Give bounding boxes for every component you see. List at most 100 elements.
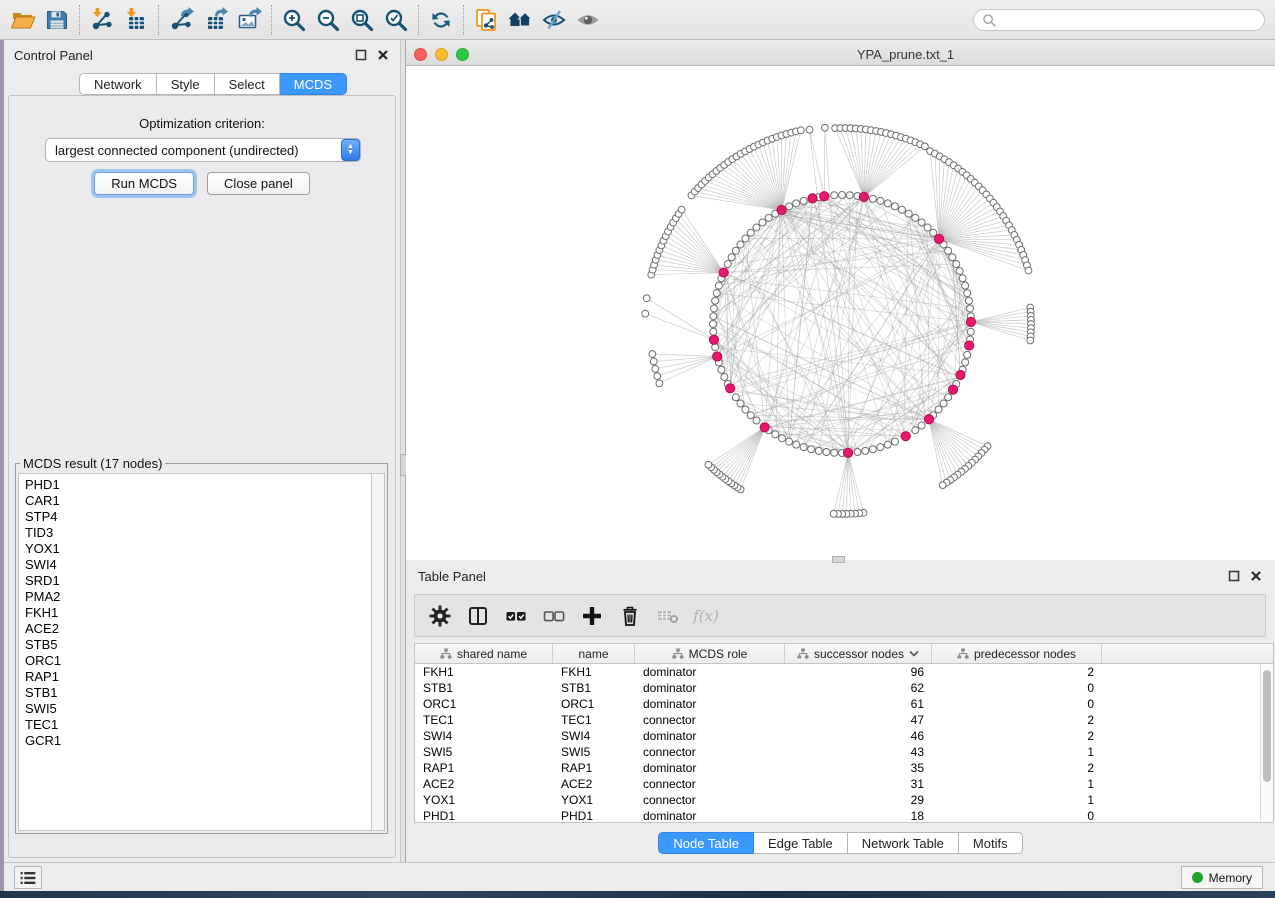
mcds-result-item[interactable]: PMA2 bbox=[25, 589, 371, 605]
task-history-button[interactable] bbox=[14, 866, 42, 889]
table-row-ACE2[interactable]: ACE2ACE2connector311 bbox=[415, 776, 1260, 792]
network-node[interactable] bbox=[924, 224, 931, 231]
network-node[interactable] bbox=[737, 400, 744, 407]
network-node[interactable] bbox=[747, 412, 754, 419]
network-node[interactable] bbox=[710, 321, 717, 328]
network-node[interactable] bbox=[800, 444, 807, 451]
tab-style[interactable]: Style bbox=[157, 73, 215, 95]
network-hub-node[interactable] bbox=[934, 234, 943, 243]
network-hub-node[interactable] bbox=[901, 432, 910, 441]
network-window-titlebar[interactable]: YPA_prune.txt_1 bbox=[406, 44, 1275, 66]
column-header-MCDS-role[interactable]: MCDS role bbox=[635, 644, 785, 663]
tab-motifs[interactable]: Motifs bbox=[959, 832, 1023, 854]
home-button[interactable] bbox=[503, 4, 537, 36]
network-node[interactable] bbox=[724, 261, 731, 268]
network-node[interactable] bbox=[654, 373, 661, 380]
table-row-STB1[interactable]: STB1STB1dominator620 bbox=[415, 680, 1260, 696]
network-node[interactable] bbox=[656, 380, 663, 387]
network-hub-node[interactable] bbox=[760, 423, 769, 432]
zoom-in-button[interactable] bbox=[277, 4, 311, 36]
network-node[interactable] bbox=[905, 210, 912, 217]
run-mcds-button[interactable]: Run MCDS bbox=[94, 172, 194, 195]
network-node[interactable] bbox=[806, 126, 813, 133]
network-node[interactable] bbox=[869, 446, 876, 453]
zoom-out-button[interactable] bbox=[311, 4, 345, 36]
network-node[interactable] bbox=[759, 219, 766, 226]
network-node[interactable] bbox=[846, 192, 853, 199]
mcds-result-item[interactable]: STP4 bbox=[25, 509, 371, 525]
network-node[interactable] bbox=[815, 447, 822, 454]
add-row-button[interactable] bbox=[575, 599, 609, 633]
table-scrollbar[interactable] bbox=[1260, 664, 1273, 822]
network-node[interactable] bbox=[884, 200, 891, 207]
network-node[interactable] bbox=[737, 241, 744, 248]
select-all-button[interactable] bbox=[499, 599, 533, 633]
mcds-result-item[interactable]: SRD1 bbox=[25, 573, 371, 589]
network-node[interactable] bbox=[728, 254, 735, 261]
network-node[interactable] bbox=[721, 373, 728, 380]
search-input[interactable] bbox=[997, 12, 1256, 28]
network-node[interactable] bbox=[800, 197, 807, 204]
column-header-successor-nodes[interactable]: successor nodes bbox=[785, 644, 932, 663]
horizontal-splitter-handle[interactable] bbox=[832, 556, 845, 563]
save-session-button[interactable] bbox=[40, 4, 74, 36]
export-table-button[interactable] bbox=[198, 4, 232, 36]
network-hub-node[interactable] bbox=[843, 448, 852, 457]
network-hub-node[interactable] bbox=[713, 352, 722, 361]
network-node[interactable] bbox=[710, 313, 717, 320]
network-node[interactable] bbox=[712, 344, 719, 351]
first-neighbors-button[interactable] bbox=[469, 4, 503, 36]
network-node[interactable] bbox=[964, 290, 971, 297]
network-node[interactable] bbox=[732, 247, 739, 254]
network-node[interactable] bbox=[643, 295, 650, 302]
optimization-criterion-select[interactable]: largest connected component (undirected)… bbox=[45, 138, 361, 162]
mcds-result-item[interactable]: PHD1 bbox=[25, 477, 371, 493]
tab-select[interactable]: Select bbox=[215, 73, 280, 95]
search-box[interactable] bbox=[973, 9, 1265, 31]
network-node[interactable] bbox=[786, 438, 793, 445]
zoom-selected-button[interactable] bbox=[379, 4, 413, 36]
network-hub-node[interactable] bbox=[808, 194, 817, 203]
network-node[interactable] bbox=[821, 124, 828, 131]
network-node[interactable] bbox=[831, 449, 838, 456]
delete-row-button[interactable] bbox=[613, 599, 647, 633]
deselect-all-button[interactable] bbox=[537, 599, 571, 633]
network-node[interactable] bbox=[742, 235, 749, 242]
network-node[interactable] bbox=[786, 203, 793, 210]
mcds-result-item[interactable]: FKH1 bbox=[25, 605, 371, 621]
mcds-result-item[interactable]: STB5 bbox=[25, 637, 371, 653]
network-node[interactable] bbox=[715, 282, 722, 289]
memory-button[interactable]: Memory bbox=[1181, 866, 1263, 889]
network-node[interactable] bbox=[652, 365, 659, 372]
network-hub-node[interactable] bbox=[924, 415, 933, 424]
network-node[interactable] bbox=[753, 224, 760, 231]
column-header-name[interactable]: name bbox=[553, 644, 635, 663]
network-hub-node[interactable] bbox=[948, 385, 957, 394]
network-node[interactable] bbox=[779, 435, 786, 442]
mcds-result-item[interactable]: SWI5 bbox=[25, 701, 371, 717]
network-node[interactable] bbox=[831, 192, 838, 199]
network-node[interactable] bbox=[797, 127, 804, 134]
network-node[interactable] bbox=[678, 206, 685, 213]
network-node[interactable] bbox=[710, 328, 717, 335]
network-node[interactable] bbox=[753, 417, 760, 424]
mcds-result-item[interactable]: ORC1 bbox=[25, 653, 371, 669]
table-row-YOX1[interactable]: YOX1YOX1connector291 bbox=[415, 792, 1260, 808]
table-row-SWI4[interactable]: SWI4SWI4dominator462 bbox=[415, 728, 1260, 744]
table-row-RAP1[interactable]: RAP1RAP1dominator352 bbox=[415, 760, 1260, 776]
network-node[interactable] bbox=[940, 400, 947, 407]
network-node[interactable] bbox=[839, 192, 846, 199]
network-hub-node[interactable] bbox=[956, 370, 965, 379]
network-node[interactable] bbox=[710, 305, 717, 312]
network-node[interactable] bbox=[862, 447, 869, 454]
import-table-button[interactable] bbox=[119, 4, 153, 36]
tab-network-table[interactable]: Network Table bbox=[848, 832, 959, 854]
network-node[interactable] bbox=[742, 406, 749, 413]
network-node[interactable] bbox=[713, 290, 720, 297]
tab-edge-table[interactable]: Edge Table bbox=[754, 832, 848, 854]
zoom-fit-button[interactable] bbox=[345, 4, 379, 36]
table-row-FKH1[interactable]: FKH1FKH1dominator962 bbox=[415, 664, 1260, 680]
network-node[interactable] bbox=[793, 441, 800, 448]
network-node[interactable] bbox=[891, 203, 898, 210]
network-node[interactable] bbox=[877, 197, 884, 204]
